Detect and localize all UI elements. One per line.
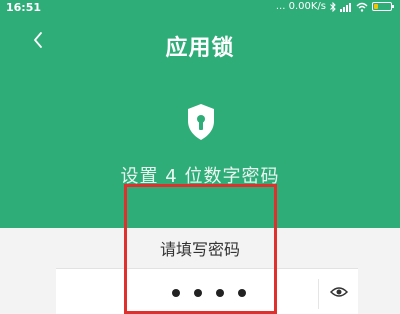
status-bar: 16:51 ... 0.00K/s: [0, 0, 400, 16]
battery-level: [374, 4, 378, 9]
pin-dot: [238, 289, 246, 297]
pin-dot: [172, 289, 180, 297]
pin-prompt: 请填写密码: [159, 240, 240, 259]
network-speed: ... 0.00K/s: [275, 1, 326, 12]
pin-dots: [172, 289, 246, 297]
eye-icon[interactable]: [329, 285, 349, 299]
show-pin-toggle[interactable]: [329, 284, 349, 303]
battery-icon: [372, 2, 394, 11]
pin-dot: [194, 289, 202, 297]
bluetooth-icon: [330, 1, 336, 12]
shield-keyhole-icon: [186, 103, 216, 145]
status-time: 16:51: [6, 1, 42, 14]
status-indicators: ... 0.00K/s: [275, 1, 394, 12]
signal-icon: [340, 2, 351, 12]
pin-dot: [216, 289, 224, 297]
divider: [318, 279, 319, 309]
wifi-icon: [356, 2, 368, 12]
page-title: 应用锁: [165, 36, 235, 61]
pin-input-field[interactable]: [56, 268, 358, 314]
pin-instruction: 设置 4 位数字密码: [120, 166, 280, 187]
